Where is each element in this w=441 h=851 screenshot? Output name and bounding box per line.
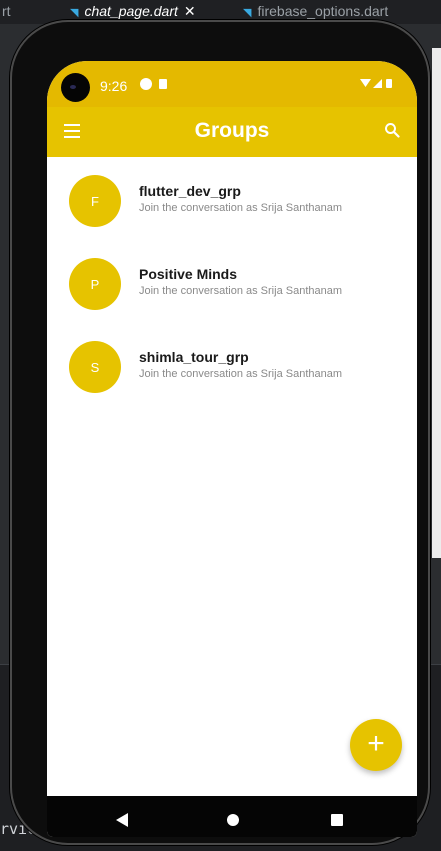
ide-tab-label: rt (2, 3, 11, 19)
dart-file-icon: ◥ (243, 7, 252, 19)
page-title: Groups (194, 119, 270, 142)
group-name: shimla_tour_grp (139, 349, 249, 365)
ide-tab-chat-page[interactable]: ◥ chat_page.dart ✕ (70, 3, 196, 20)
sd-card-icon (159, 79, 167, 89)
group-avatar: F (69, 175, 121, 227)
group-avatar: P (69, 258, 121, 310)
signal-battery-icons (360, 77, 400, 92)
emulator-phone-frame: 9:26 Groups F flutter_dev_grp Join the c… (10, 20, 430, 845)
add-group-button[interactable]: + (350, 719, 402, 771)
ide-tab-firebase-options[interactable]: ◥ firebase_options.dart (243, 3, 388, 19)
home-icon[interactable] (227, 814, 239, 826)
search-icon[interactable] (384, 122, 400, 138)
recents-icon[interactable] (331, 814, 343, 826)
front-camera (61, 73, 90, 102)
group-subtitle: Join the conversation as Srija Santhanam (139, 368, 343, 380)
close-tab-icon[interactable]: ✕ (184, 3, 196, 19)
group-subtitle: Join the conversation as Srija Santhanam (139, 202, 343, 214)
ide-tab-partial[interactable]: rt (2, 3, 11, 19)
back-icon[interactable] (116, 813, 128, 827)
ide-editor-side-panel (432, 48, 441, 558)
group-list-item[interactable]: P Positive Minds Join the conversation a… (47, 258, 417, 328)
status-bar: 9:26 (47, 61, 417, 107)
group-list-item[interactable]: F flutter_dev_grp Join the conversation … (47, 175, 417, 245)
group-avatar: S (69, 341, 121, 393)
app-bar: Groups (47, 107, 417, 157)
status-time: 9:26 (100, 78, 128, 94)
android-navigation-bar (47, 796, 417, 837)
ide-tab-label: firebase_options.dart (257, 3, 389, 19)
ide-tab-label: chat_page.dart (84, 3, 178, 19)
group-subtitle: Join the conversation as Srija Santhanam (139, 285, 343, 297)
dart-file-icon: ◥ (70, 7, 79, 19)
wifi-signal-battery-icon (360, 79, 392, 88)
phone-screen: 9:26 Groups F flutter_dev_grp Join the c… (47, 61, 417, 837)
group-name: flutter_dev_grp (139, 183, 241, 199)
group-list-item[interactable]: S shimla_tour_grp Join the conversation … (47, 341, 417, 411)
notification-icon (140, 78, 152, 90)
group-name: Positive Minds (139, 266, 238, 282)
